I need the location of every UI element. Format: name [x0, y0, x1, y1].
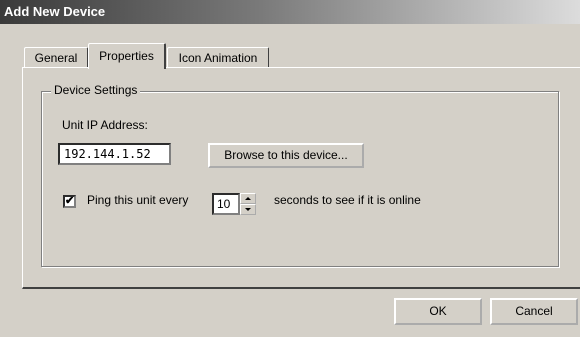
cancel-button[interactable]: Cancel [490, 298, 578, 325]
tab-icon-animation[interactable]: Icon Animation [167, 47, 269, 68]
unit-ip-address-label: Unit IP Address: [62, 118, 148, 132]
arrow-up-icon [245, 197, 251, 200]
tab-general[interactable]: General [24, 47, 88, 68]
window-title: Add New Device [0, 0, 580, 24]
ping-interval-input[interactable]: 10 [212, 193, 240, 215]
arrow-down-icon [245, 208, 251, 211]
unit-ip-address-input[interactable]: 192.144.1.52 [58, 143, 171, 165]
ping-interval-spinner [240, 193, 256, 215]
ping-checkbox[interactable]: ✔ [63, 195, 76, 208]
ping-label: Ping this unit every [87, 193, 189, 207]
spin-up-button[interactable] [240, 193, 256, 204]
spin-down-button[interactable] [240, 204, 256, 215]
add-new-device-dialog: Add New Device General Properties Icon A… [0, 0, 580, 337]
ping-suffix-label: seconds to see if it is online [274, 193, 421, 207]
tab-properties[interactable]: Properties [88, 43, 166, 69]
checkmark-icon: ✔ [65, 195, 75, 207]
device-settings-label: Device Settings [51, 83, 141, 97]
browse-to-device-button[interactable]: Browse to this device... [208, 143, 364, 168]
ok-button[interactable]: OK [394, 298, 482, 325]
